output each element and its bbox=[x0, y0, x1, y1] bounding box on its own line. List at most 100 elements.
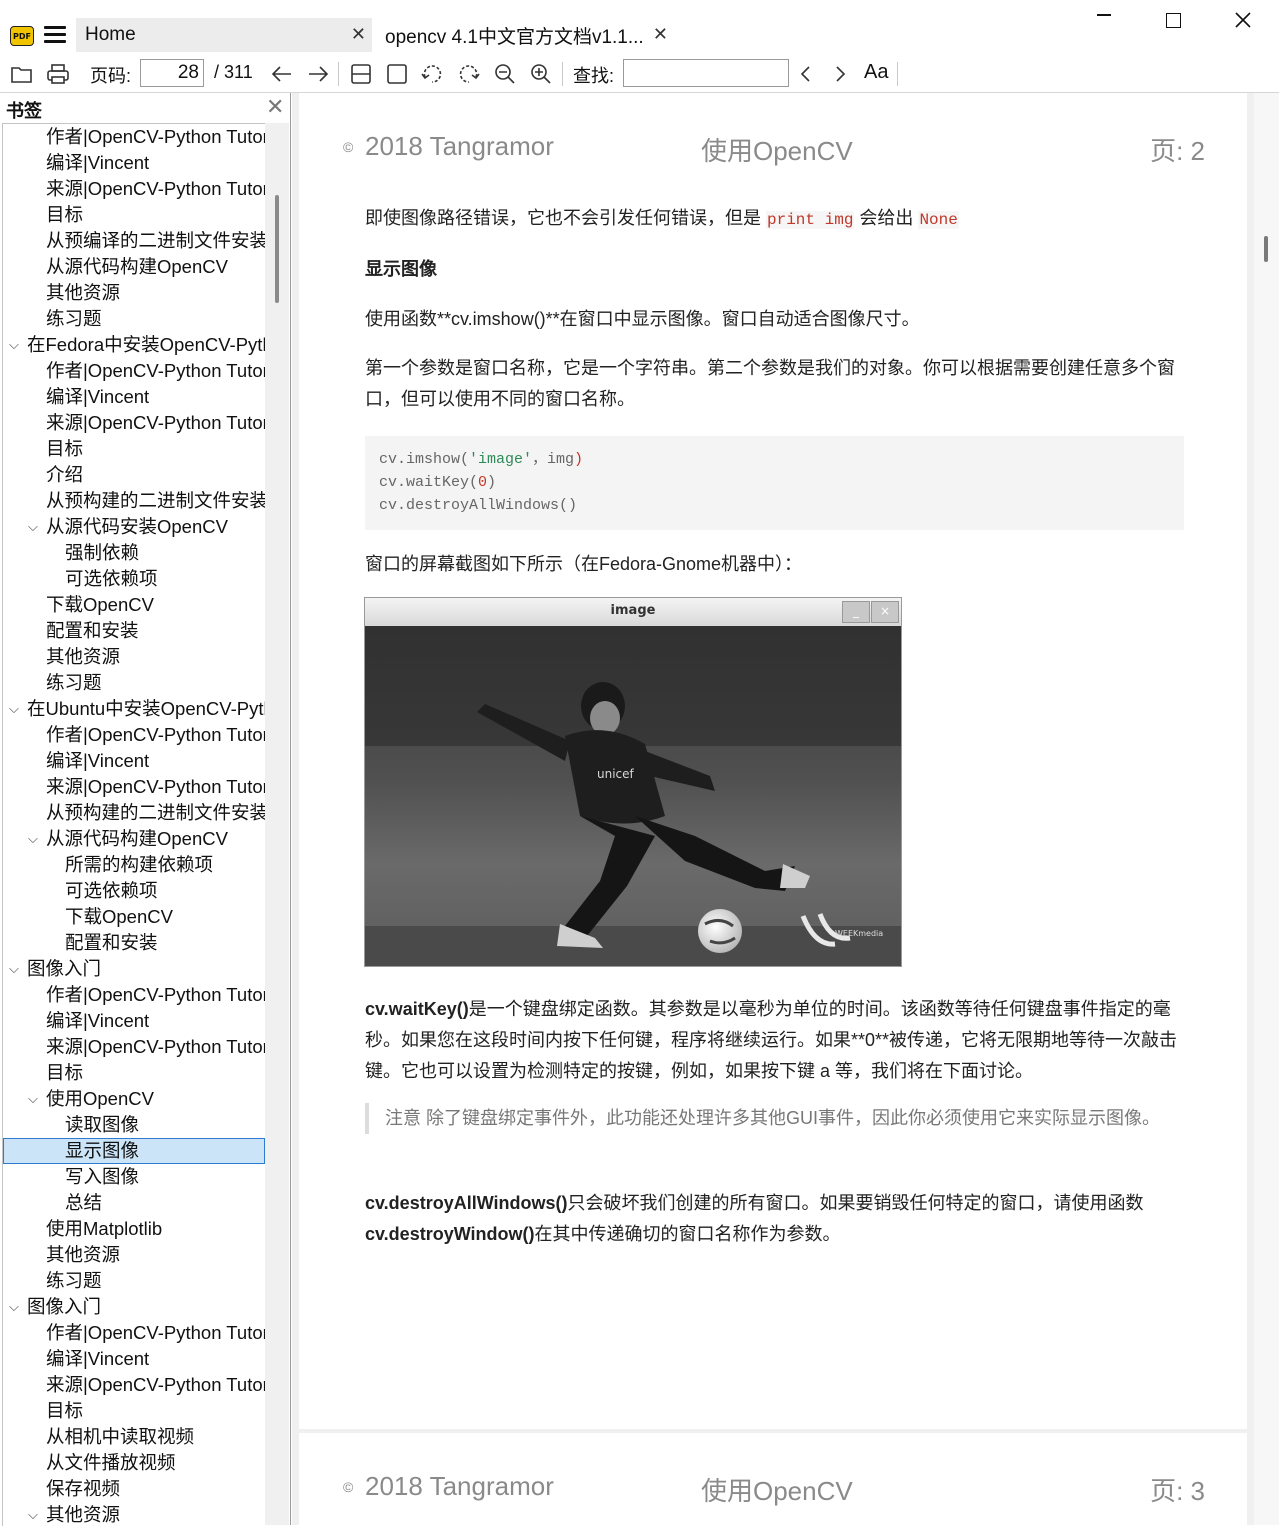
find-previous-icon[interactable] bbox=[792, 60, 820, 88]
page-number-input[interactable] bbox=[140, 59, 204, 87]
bookmark-tree[interactable]: 作者|OpenCV-Python Tutorials 编译|Vincent 来源|O… bbox=[2, 123, 265, 1526]
bookmark-item[interactable]: 来源|OpenCV-Python Tutorials bbox=[3, 774, 265, 800]
bookmark-item[interactable]: 从预编译的二进制文件安装OpenCV-Python bbox=[3, 228, 265, 254]
toolbar: 页码: / 311 查找: Aa bbox=[0, 56, 1279, 93]
bookmark-item[interactable]: 从源代码构建OpenCV bbox=[3, 254, 265, 280]
bookmark-item[interactable]: ⌵ 图像入门 bbox=[3, 1294, 265, 1320]
bookmark-label: 从源代码构建OpenCV bbox=[46, 828, 228, 849]
bookmark-item[interactable]: 作者|OpenCV-Python Tutorials bbox=[3, 722, 265, 748]
paragraph: 使用函数**cv.imshow()**在窗口中显示图像。窗口自动适合图像尺寸。 bbox=[365, 309, 920, 329]
bookmark-item[interactable]: 配置和安装 bbox=[3, 618, 265, 644]
close-tab-icon[interactable]: ✕ bbox=[653, 26, 668, 44]
zoom-out-icon[interactable] bbox=[491, 60, 519, 88]
bookmark-item[interactable]: 目标 bbox=[3, 202, 265, 228]
bookmark-item[interactable]: 目标 bbox=[3, 1060, 265, 1086]
bookmark-item[interactable]: 从预构建的二进制文件安装OpenCV-Python bbox=[3, 488, 265, 514]
expand-chevron-icon[interactable]: ⌵ bbox=[28, 514, 38, 540]
bookmark-item[interactable]: 下载OpenCV bbox=[3, 904, 265, 930]
header-author: 2018 Tangramor bbox=[365, 131, 554, 161]
close-sidebar-icon[interactable]: ✕ bbox=[266, 95, 284, 120]
bookmark-item[interactable]: 来源|OpenCV-Python Tutorials bbox=[3, 410, 265, 436]
bookmark-item[interactable]: 编译|Vincent bbox=[3, 748, 265, 774]
bookmark-item[interactable]: 来源|OpenCV-Python Tutorials bbox=[3, 1034, 265, 1060]
tab-home[interactable]: Home ✕ bbox=[76, 18, 372, 52]
fit-page-icon[interactable] bbox=[383, 60, 411, 88]
bookmark-item[interactable]: 作者|OpenCV-Python Tutorials bbox=[3, 1320, 265, 1346]
print-icon[interactable] bbox=[44, 60, 72, 88]
bookmark-item[interactable]: 写入图像 bbox=[3, 1164, 265, 1190]
bookmark-item[interactable]: 其他资源 bbox=[3, 1242, 265, 1268]
bookmark-item[interactable]: 来源|OpenCV-Python Tutorials bbox=[3, 176, 265, 202]
expand-chevron-icon[interactable]: ⌵ bbox=[9, 332, 19, 358]
shirt-text: unicef bbox=[597, 767, 635, 781]
maximize-button[interactable] bbox=[1150, 4, 1196, 36]
find-next-icon[interactable] bbox=[826, 60, 854, 88]
bookmark-item[interactable]: 可选依赖项 bbox=[3, 566, 265, 592]
minimize-button[interactable] bbox=[1081, 4, 1127, 36]
bookmark-item[interactable]: ⌵ 从源代码安装OpenCV bbox=[3, 514, 265, 540]
close-window-button[interactable] bbox=[1220, 4, 1266, 36]
bookmark-item[interactable]: 编译|Vincent bbox=[3, 150, 265, 176]
match-case-button[interactable]: Aa bbox=[864, 61, 888, 84]
search-input[interactable] bbox=[623, 59, 789, 87]
close-tab-icon[interactable]: ✕ bbox=[351, 26, 366, 44]
open-folder-icon[interactable] bbox=[8, 60, 36, 88]
bookmark-item[interactable]: 作者|OpenCV-Python Tutorials bbox=[3, 982, 265, 1008]
bookmark-item[interactable]: 练习题 bbox=[3, 1268, 265, 1294]
expand-chevron-icon[interactable]: ⌵ bbox=[9, 696, 19, 722]
bookmark-item[interactable]: 编译|Vincent bbox=[3, 1346, 265, 1372]
bookmark-item[interactable]: 来源|OpenCV-Python Tutorials bbox=[3, 1372, 265, 1398]
bookmark-item[interactable]: 总结 bbox=[3, 1190, 265, 1216]
expand-chevron-icon[interactable]: ⌵ bbox=[28, 1502, 38, 1526]
tab-document[interactable]: opencv 4.1中文官方文档v1.1... ✕ bbox=[376, 18, 676, 52]
expand-chevron-icon[interactable]: ⌵ bbox=[28, 1086, 38, 1112]
bookmark-item[interactable]: ⌵ 图像入门 bbox=[3, 956, 265, 982]
page-header: © 2018 Tangramor 使用OpenCV 页: 2 bbox=[343, 131, 1205, 166]
scrollbar-thumb[interactable] bbox=[1264, 236, 1268, 262]
rotate-left-icon[interactable] bbox=[418, 60, 446, 88]
bookmark-item[interactable]: ⌵ 从源代码构建OpenCV bbox=[3, 826, 265, 852]
pdf-page: © 2018 Tangramor 使用OpenCV 页: 2 即使图像路径错误，… bbox=[299, 93, 1247, 1429]
bookmark-item[interactable]: 其他资源 bbox=[3, 280, 265, 306]
bookmark-item[interactable]: 强制依赖 bbox=[3, 540, 265, 566]
bookmark-item[interactable]: 作者|OpenCV-Python Tutorials bbox=[3, 124, 265, 150]
hamburger-menu-icon[interactable] bbox=[44, 26, 66, 44]
bookmark-item[interactable]: 练习题 bbox=[3, 306, 265, 332]
bookmark-item[interactable]: 其他资源 bbox=[3, 644, 265, 670]
bookmark-item[interactable]: 显示图像 bbox=[3, 1138, 265, 1164]
bookmark-item[interactable]: 下载OpenCV bbox=[3, 592, 265, 618]
scrollbar-thumb[interactable] bbox=[275, 195, 279, 303]
sidebar-scrollbar[interactable] bbox=[265, 123, 289, 1525]
bookmark-item[interactable]: 所需的构建依赖项 bbox=[3, 852, 265, 878]
bookmark-item[interactable]: 介绍 bbox=[3, 462, 265, 488]
rotate-right-icon[interactable] bbox=[455, 60, 483, 88]
next-page-icon[interactable] bbox=[304, 60, 332, 88]
divider bbox=[338, 62, 339, 86]
expand-chevron-icon[interactable]: ⌵ bbox=[28, 826, 38, 852]
bookmark-item[interactable]: ⌵ 在Fedora中安装OpenCV-Python bbox=[3, 332, 265, 358]
bookmark-item[interactable]: 作者|OpenCV-Python Tutorials bbox=[3, 358, 265, 384]
bookmark-item[interactable]: 编译|Vincent bbox=[3, 384, 265, 410]
expand-chevron-icon[interactable]: ⌵ bbox=[9, 1294, 19, 1320]
bookmark-item[interactable]: 配置和安装 bbox=[3, 930, 265, 956]
bookmark-item[interactable]: ⌵ 使用OpenCV bbox=[3, 1086, 265, 1112]
bookmark-item[interactable]: 使用Matplotlib bbox=[3, 1216, 265, 1242]
fit-width-icon[interactable] bbox=[347, 60, 375, 88]
document-scrollbar[interactable] bbox=[1254, 93, 1279, 1525]
bookmark-item[interactable]: 读取图像 bbox=[3, 1112, 265, 1138]
bookmark-item[interactable]: 目标 bbox=[3, 1398, 265, 1424]
previous-page-icon[interactable] bbox=[268, 60, 296, 88]
bookmark-item[interactable]: 可选依赖项 bbox=[3, 878, 265, 904]
bookmark-item[interactable]: 编译|Vincent bbox=[3, 1008, 265, 1034]
bookmark-item[interactable]: 从预构建的二进制文件安装OpenCV-Python bbox=[3, 800, 265, 826]
bookmark-item[interactable]: 目标 bbox=[3, 436, 265, 462]
bookmark-item[interactable]: 练习题 bbox=[3, 670, 265, 696]
expand-chevron-icon[interactable]: ⌵ bbox=[9, 956, 19, 982]
bookmark-item[interactable]: 从相机中读取视频 bbox=[3, 1424, 265, 1450]
app-logo-icon[interactable]: PDF bbox=[10, 26, 34, 46]
bookmark-item[interactable]: ⌵ 在Ubuntu中安装OpenCV-Python bbox=[3, 696, 265, 722]
bookmark-item[interactable]: ⌵ 其他资源 bbox=[3, 1502, 265, 1526]
bookmark-item[interactable]: 保存视频 bbox=[3, 1476, 265, 1502]
bookmark-item[interactable]: 从文件播放视频 bbox=[3, 1450, 265, 1476]
zoom-in-icon[interactable] bbox=[527, 60, 555, 88]
